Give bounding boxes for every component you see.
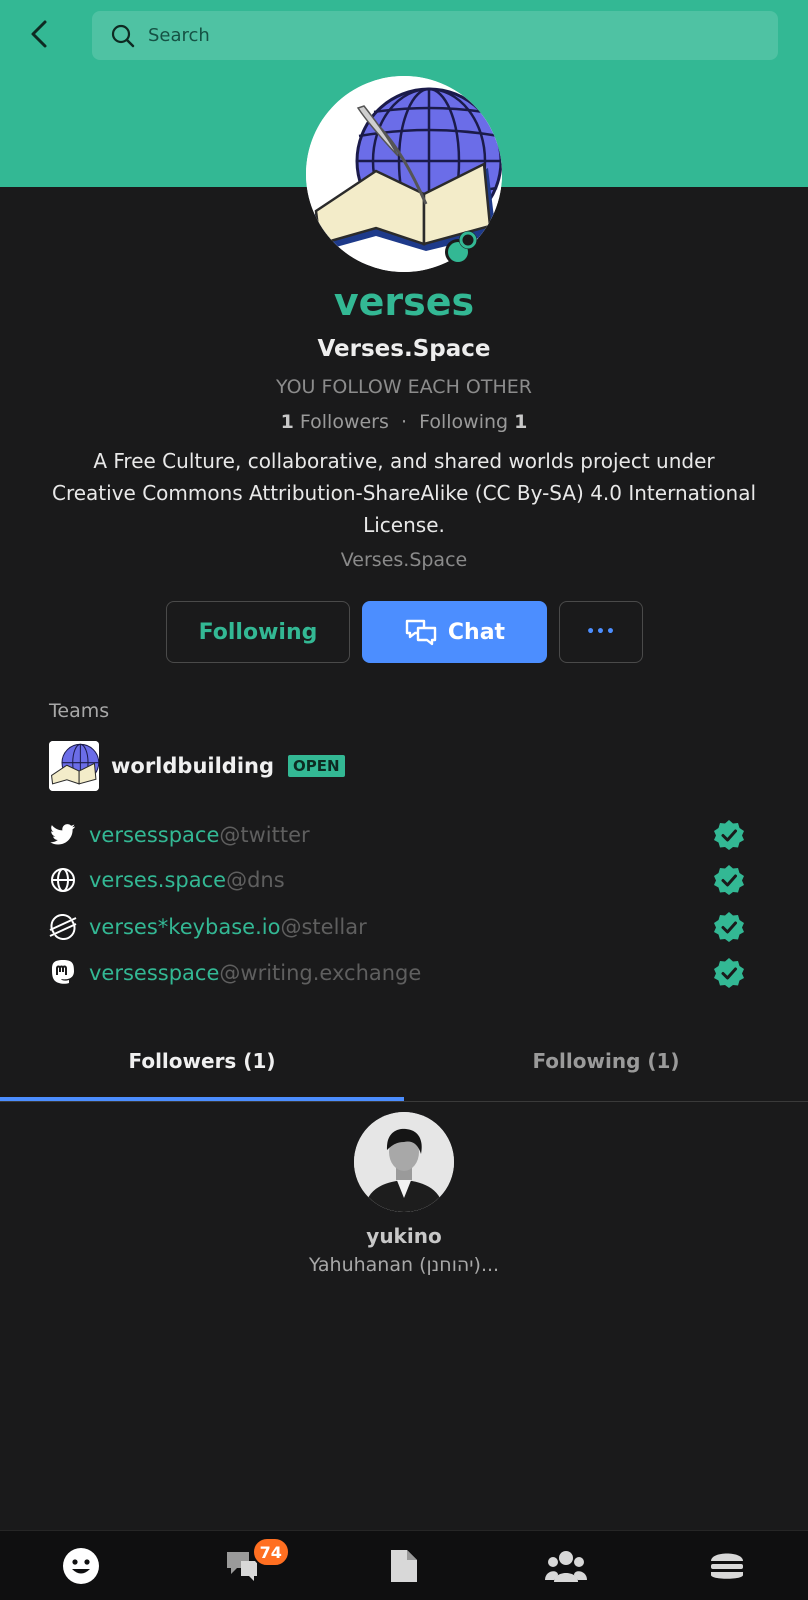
profile-website[interactable]: Verses.Space bbox=[0, 549, 808, 571]
proof-row-mastodon[interactable]: versesspace@writing.exchange bbox=[49, 956, 749, 990]
proof-username[interactable]: versesspace bbox=[89, 961, 219, 985]
follow-relation-label: YOU FOLLOW EACH OTHER bbox=[276, 376, 532, 398]
tab-followers[interactable]: Followers (1) bbox=[0, 1020, 404, 1102]
menu-burger-icon bbox=[711, 1553, 744, 1579]
stats-separator: · bbox=[400, 411, 408, 433]
proof-username[interactable]: versesspace bbox=[89, 823, 219, 847]
proof-username[interactable]: verses.space bbox=[89, 868, 226, 892]
search-bar[interactable] bbox=[92, 11, 778, 60]
followers-tabs: Followers (1) Following (1) bbox=[0, 1020, 808, 1102]
more-options-button[interactable]: ••• bbox=[559, 601, 643, 663]
proof-service: @twitter bbox=[219, 823, 310, 847]
globe-icon bbox=[49, 866, 77, 894]
verified-check-icon bbox=[714, 820, 744, 850]
twitter-icon bbox=[49, 821, 77, 849]
back-button[interactable] bbox=[22, 16, 56, 52]
keybase-avatar-badge-icon bbox=[445, 231, 477, 265]
nav-menu[interactable] bbox=[646, 1531, 808, 1600]
ellipsis-icon: ••• bbox=[586, 624, 616, 640]
following-count: 1 bbox=[514, 411, 528, 433]
following-label[interactable]: Following bbox=[419, 411, 508, 433]
search-icon bbox=[110, 23, 136, 49]
people-face-icon bbox=[62, 1548, 99, 1584]
files-icon bbox=[390, 1550, 417, 1582]
chat-button[interactable]: Chat bbox=[362, 601, 547, 663]
proof-service: @writing.exchange bbox=[219, 961, 422, 985]
follow-stats: 1 Followers · Following 1 bbox=[0, 411, 808, 433]
mastodon-icon bbox=[49, 959, 77, 987]
proof-row-twitter[interactable]: versesspace@twitter bbox=[49, 818, 749, 852]
stellar-icon bbox=[49, 913, 77, 941]
proof-service: @dns bbox=[226, 868, 285, 892]
team-open-badge: OPEN bbox=[288, 755, 345, 777]
chat-bubbles-icon bbox=[405, 619, 437, 646]
profile-bio: A Free Culture, collaborative, and share… bbox=[51, 449, 757, 537]
person-portrait-icon bbox=[354, 1112, 454, 1212]
follower-username: yukino bbox=[366, 1224, 442, 1248]
profile-username: verses bbox=[333, 280, 475, 324]
proof-row-dns[interactable]: verses.space@dns bbox=[49, 863, 749, 897]
chat-button-label: Chat bbox=[447, 619, 506, 645]
active-tab-indicator bbox=[0, 1097, 404, 1101]
nav-teams[interactable] bbox=[485, 1531, 647, 1600]
tab-following[interactable]: Following (1) bbox=[404, 1020, 808, 1102]
following-button-label: Following bbox=[198, 619, 318, 645]
nav-chat[interactable]: 74 bbox=[162, 1531, 324, 1600]
nav-people[interactable] bbox=[0, 1531, 162, 1600]
follower-full-name: Yahuhanan (יהוחנן)... bbox=[308, 1254, 500, 1276]
team-name: worldbuilding bbox=[111, 754, 275, 778]
search-input[interactable] bbox=[148, 25, 708, 46]
team-avatar bbox=[49, 741, 99, 791]
following-button[interactable]: Following bbox=[166, 601, 350, 663]
verified-check-icon bbox=[714, 865, 744, 895]
proof-service: @stellar bbox=[280, 915, 367, 939]
followers-label[interactable]: Followers bbox=[300, 411, 389, 433]
chevron-left-icon bbox=[31, 20, 47, 48]
followers-count: 1 bbox=[280, 411, 294, 433]
teams-icon bbox=[544, 1551, 587, 1582]
follower-card[interactable]: yukino Yahuhanan (יהוחנן)... bbox=[254, 1112, 554, 1276]
verified-check-icon bbox=[714, 958, 744, 988]
team-item[interactable]: worldbuilding OPEN bbox=[49, 741, 345, 791]
verified-check-icon bbox=[714, 912, 744, 942]
profile-full-name: Verses.Space bbox=[317, 336, 491, 362]
globe-book-logo-icon bbox=[49, 741, 99, 791]
chat-unread-badge: 74 bbox=[251, 1537, 290, 1567]
teams-heading: Teams bbox=[49, 700, 110, 722]
nav-files[interactable] bbox=[323, 1531, 485, 1600]
proof-username[interactable]: verses*keybase.io bbox=[89, 915, 280, 939]
proof-row-stellar[interactable]: verses*keybase.io@stellar bbox=[49, 910, 749, 944]
follower-avatar bbox=[354, 1112, 454, 1212]
bottom-navigation: 74 bbox=[0, 1530, 808, 1600]
